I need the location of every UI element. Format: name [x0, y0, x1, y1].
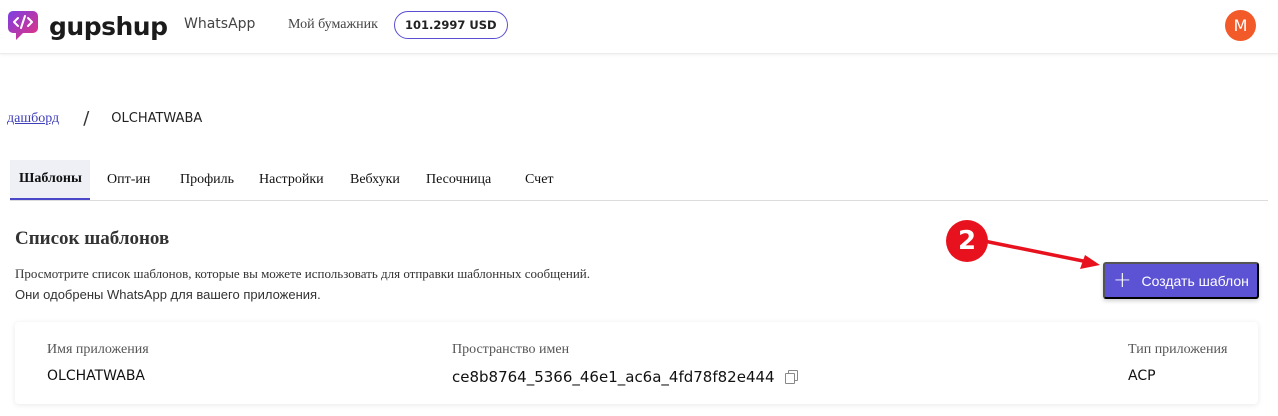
breadcrumb-current: OLCHATWABA: [111, 111, 203, 126]
tab-templates[interactable]: Шаблоны: [10, 160, 90, 200]
create-template-button[interactable]: + Создать шаблон: [1103, 262, 1259, 299]
namespace-column: Пространство имен ce8b8764_5366_46e1_ac6…: [452, 342, 799, 386]
breadcrumb: дашборд / OLCHATWABA: [7, 108, 202, 129]
tab-sandbox[interactable]: Песочница: [426, 160, 491, 200]
nav-whatsapp[interactable]: WhatsApp: [184, 16, 255, 32]
wallet-balance-badge[interactable]: 101.2997 USD: [394, 11, 508, 39]
templates-title: Список шаблонов: [15, 228, 170, 249]
description-line-1: Просмотрите список шаблонов, которые вы …: [15, 266, 590, 281]
app-type-label: Тип приложения: [1128, 342, 1228, 357]
tab-settings[interactable]: Настройки: [259, 160, 324, 200]
app-info-card: Имя приложения OLCHATWABA Пространство и…: [15, 322, 1258, 404]
breadcrumb-dashboard-link[interactable]: дашборд: [7, 111, 59, 127]
create-template-label: Создать шаблон: [1141, 272, 1249, 289]
app-type-value: ACP: [1128, 368, 1156, 384]
tab-billing[interactable]: Счет: [525, 160, 554, 200]
templates-description: Просмотрите список шаблонов, которые вы …: [15, 263, 590, 305]
app-type-column: Тип приложения ACP: [1128, 342, 1227, 384]
nav-wallet[interactable]: Мой бумажник: [288, 17, 378, 33]
description-line-2: Они одобрены WhatsApp для вашего приложе…: [15, 287, 321, 302]
tab-opt-in[interactable]: Опт-ин: [107, 160, 150, 200]
namespace-value: ce8b8764_5366_46e1_ac6a_4fd78f82e444: [452, 368, 775, 386]
namespace-row: ce8b8764_5366_46e1_ac6a_4fd78f82e444: [452, 368, 799, 386]
namespace-label: Пространство имен: [452, 342, 570, 357]
plus-icon: +: [1113, 267, 1132, 293]
app-name-value: OLCHATWABA: [47, 368, 145, 384]
user-avatar[interactable]: M: [1225, 10, 1256, 41]
gupshup-logo-icon: [7, 8, 43, 44]
brand-logo[interactable]: gupshup: [7, 8, 168, 44]
app-tabs: Шаблоны Опт-ин Профиль Настройки Вебхуки…: [10, 160, 1268, 201]
app-name-column: Имя приложения OLCHATWABA: [47, 342, 149, 384]
brand-name: gupshup: [49, 11, 168, 41]
annotation-arrow-icon: [982, 239, 1100, 269]
copy-icon[interactable]: [784, 370, 799, 384]
app-name-label: Имя приложения: [47, 342, 149, 357]
tab-webhooks[interactable]: Вебхуки: [350, 160, 400, 200]
top-navbar: gupshup WhatsApp Мой бумажник 101.2997 U…: [0, 0, 1278, 54]
breadcrumb-separator: /: [83, 108, 90, 129]
tab-profile[interactable]: Профиль: [180, 160, 234, 200]
